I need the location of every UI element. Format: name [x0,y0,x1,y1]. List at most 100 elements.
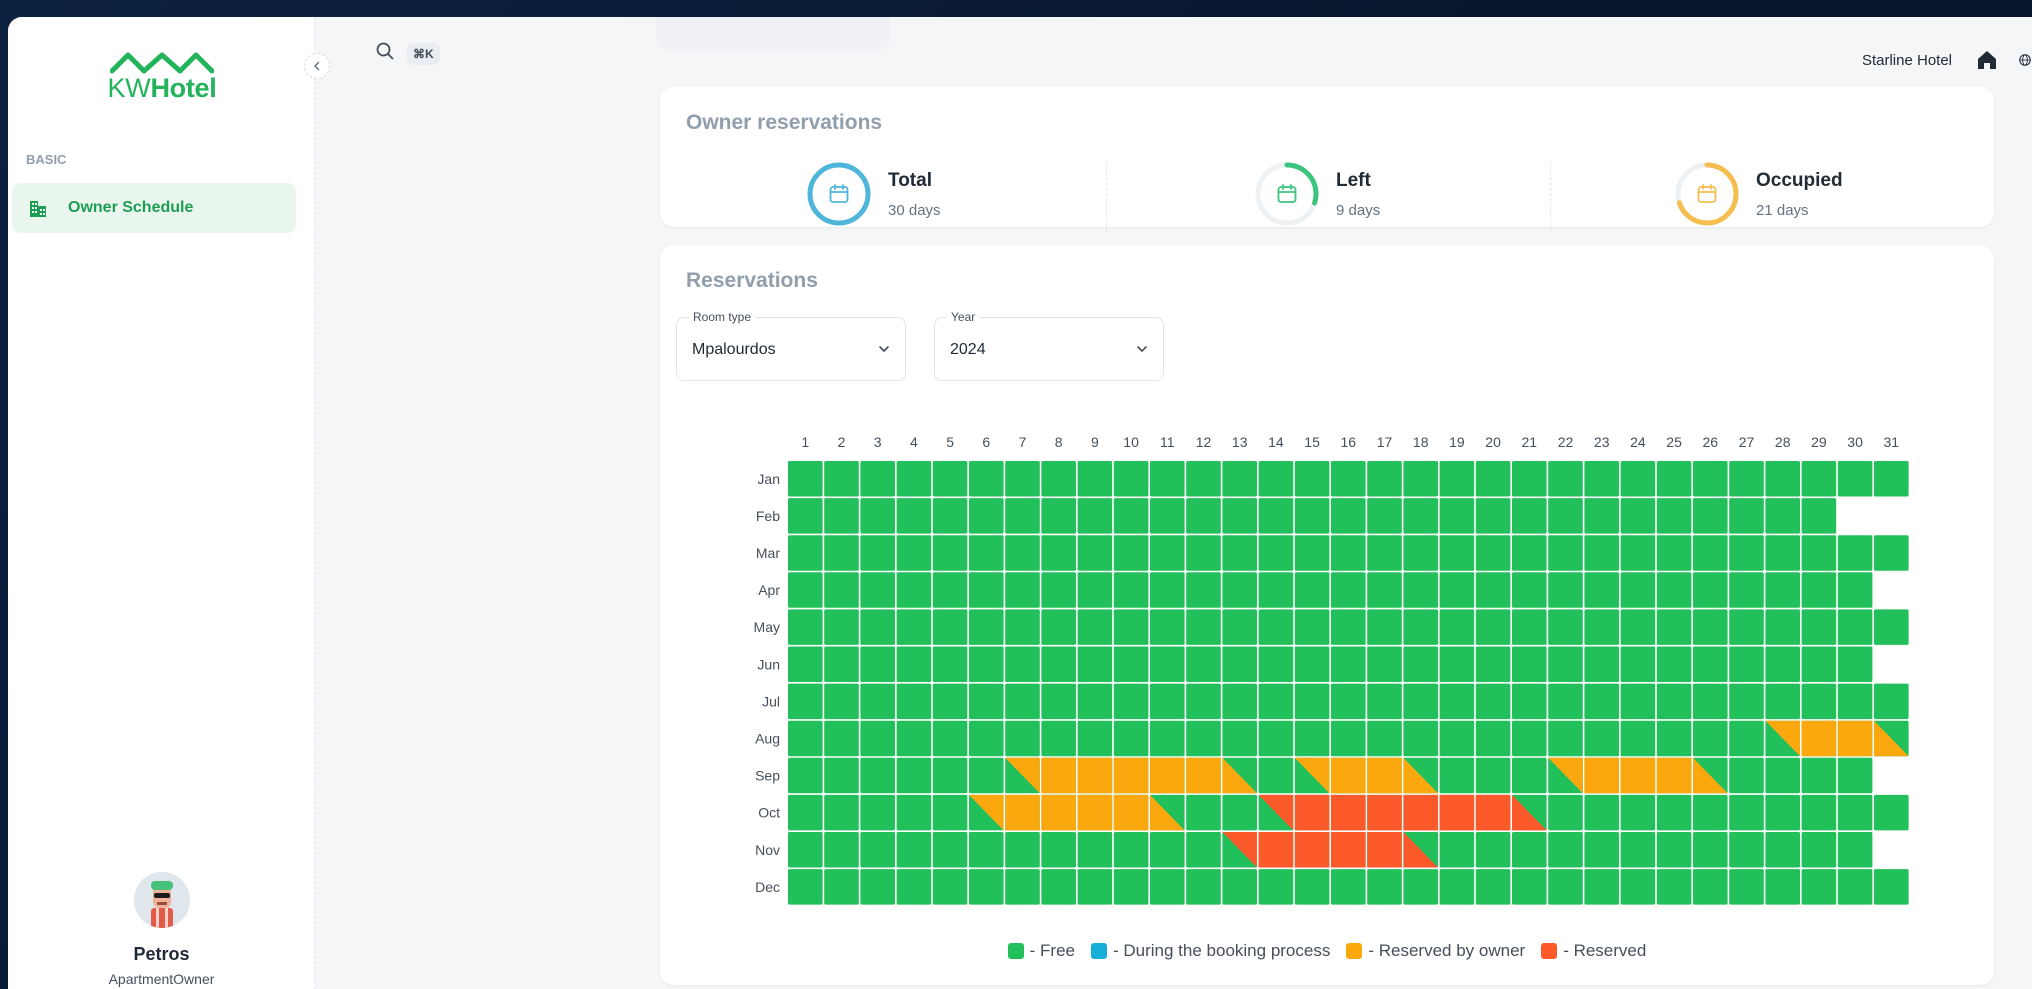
calendar-day-cell[interactable] [896,794,932,831]
calendar-day-cell[interactable] [1294,646,1330,683]
calendar-day-cell[interactable] [1548,869,1583,905]
calendar-day-cell[interactable] [1584,869,1619,905]
calendar-day-cell[interactable] [932,646,968,683]
calendar-day-cell[interactable] [1475,461,1511,497]
calendar-day-cell[interactable] [824,609,859,645]
calendar-day-cell[interactable] [1475,572,1511,608]
calendar-day-cell[interactable] [1439,535,1475,571]
calendar-day-cell[interactable] [1367,609,1402,645]
calendar-day-cell[interactable] [1729,794,1764,831]
calendar-day-cell[interactable] [1693,498,1728,534]
calendar-day-cell[interactable] [1765,646,1800,683]
calendar-day-cell[interactable] [1041,646,1076,683]
calendar-day-cell[interactable] [860,683,895,720]
calendar-day-cell[interactable] [896,720,932,757]
calendar-day-cell[interactable] [1548,572,1583,608]
calendar-day-cell[interactable] [824,461,859,497]
calendar-day-cell[interactable] [1512,720,1547,757]
calendar-day-cell[interactable] [1584,535,1619,571]
calendar-day-cell[interactable] [896,832,932,868]
calendar-day-cell[interactable] [1693,683,1728,720]
calendar-day-cell[interactable] [896,535,932,571]
sidebar-item-owner-schedule[interactable]: Owner Schedule [12,183,296,233]
calendar-day-cell[interactable] [788,683,823,720]
calendar-day-cell[interactable] [932,535,968,571]
calendar-day-cell[interactable] [1584,609,1619,645]
calendar-day-cell[interactable] [1837,683,1873,720]
calendar-day-cell[interactable] [1113,720,1149,757]
calendar-day-cell[interactable] [1077,869,1113,905]
calendar-day-cell[interactable] [1656,609,1692,645]
calendar-day-cell[interactable] [824,498,859,534]
calendar-day-cell[interactable] [860,832,895,868]
calendar-day-cell[interactable] [1620,869,1656,905]
calendar-day-cell[interactable] [1512,683,1547,720]
calendar-day-cell[interactable] [860,609,895,645]
calendar-day-cell[interactable] [1837,535,1873,571]
calendar-day-cell[interactable] [860,572,895,608]
calendar-day-cell[interactable] [1041,609,1076,645]
calendar-day-cell[interactable] [1041,869,1076,905]
calendar-day-cell[interactable] [824,757,859,794]
calendar-day-cell[interactable] [860,869,895,905]
calendar-day-cell[interactable] [1258,757,1294,794]
calendar-day-cell[interactable] [1656,683,1692,720]
calendar-day-cell[interactable] [1801,609,1837,645]
calendar-day-cell[interactable] [1656,498,1692,534]
calendar-day-cell[interactable] [1801,646,1837,683]
calendar-day-cell[interactable] [1620,572,1656,608]
calendar-day-cell[interactable] [1620,461,1656,497]
calendar-day-cell[interactable] [1005,498,1040,534]
calendar-day-cell[interactable] [1801,757,1837,794]
calendar-day-cell[interactable] [1874,869,1909,905]
calendar-day-cell[interactable] [1837,609,1873,645]
calendar-day-cell[interactable] [1150,683,1185,720]
calendar-day-cell[interactable] [1512,535,1547,571]
calendar-day-cell[interactable] [1620,646,1656,683]
calendar-day-cell[interactable] [1548,720,1583,757]
user-profile[interactable]: Petros ApartmentOwner [8,872,315,987]
calendar-day-cell[interactable] [1801,535,1837,571]
calendar-day-cell[interactable] [1041,535,1076,571]
calendar-day-cell[interactable] [1439,869,1475,905]
calendar-day-cell[interactable] [1403,869,1438,905]
calendar-day-cell[interactable] [1439,683,1475,720]
calendar-day-cell[interactable] [1584,498,1619,534]
app-logo[interactable]: KWHotel [96,49,228,104]
calendar-day-cell[interactable] [1150,609,1185,645]
calendar-day-cell[interactable] [1693,646,1728,683]
calendar-day-cell[interactable] [1294,609,1330,645]
calendar-day-cell[interactable] [1367,646,1402,683]
calendar-day-cell[interactable] [1512,498,1547,534]
calendar-day-cell[interactable] [1765,683,1800,720]
calendar-day-cell[interactable] [1041,720,1076,757]
calendar-day-cell[interactable] [1113,498,1149,534]
calendar-day-cell[interactable] [1693,535,1728,571]
calendar-day-cell[interactable] [969,720,1004,757]
calendar-day-cell[interactable] [1258,683,1294,720]
calendar-day-cell[interactable] [1439,498,1475,534]
calendar-day-cell[interactable] [1656,535,1692,571]
calendar-day-cell[interactable] [1113,646,1149,683]
calendar-day-cell[interactable] [1801,461,1837,497]
calendar-day-cell[interactable] [1765,498,1800,534]
calendar-day-cell[interactable] [1403,646,1438,683]
calendar-day-cell[interactable] [1656,869,1692,905]
calendar-day-cell[interactable] [860,794,895,831]
calendar-day-cell[interactable] [896,757,932,794]
calendar-day-cell[interactable] [1150,832,1185,868]
calendar-day-cell[interactable] [860,461,895,497]
calendar-day-cell[interactable] [1874,794,1909,831]
calendar-day-cell[interactable] [1331,572,1366,608]
calendar-day-cell[interactable] [860,498,895,534]
calendar-day-cell[interactable] [896,683,932,720]
calendar-day-cell[interactable] [1005,832,1040,868]
calendar-day-cell[interactable] [1258,461,1294,497]
calendar-day-cell[interactable] [1656,646,1692,683]
calendar-day-cell[interactable] [1294,498,1330,534]
home-button[interactable] [1974,47,2000,73]
calendar-day-cell[interactable] [1186,609,1221,645]
calendar-day-cell[interactable] [1294,572,1330,608]
calendar-day-cell[interactable] [1258,572,1294,608]
calendar-day-cell[interactable] [1548,609,1583,645]
